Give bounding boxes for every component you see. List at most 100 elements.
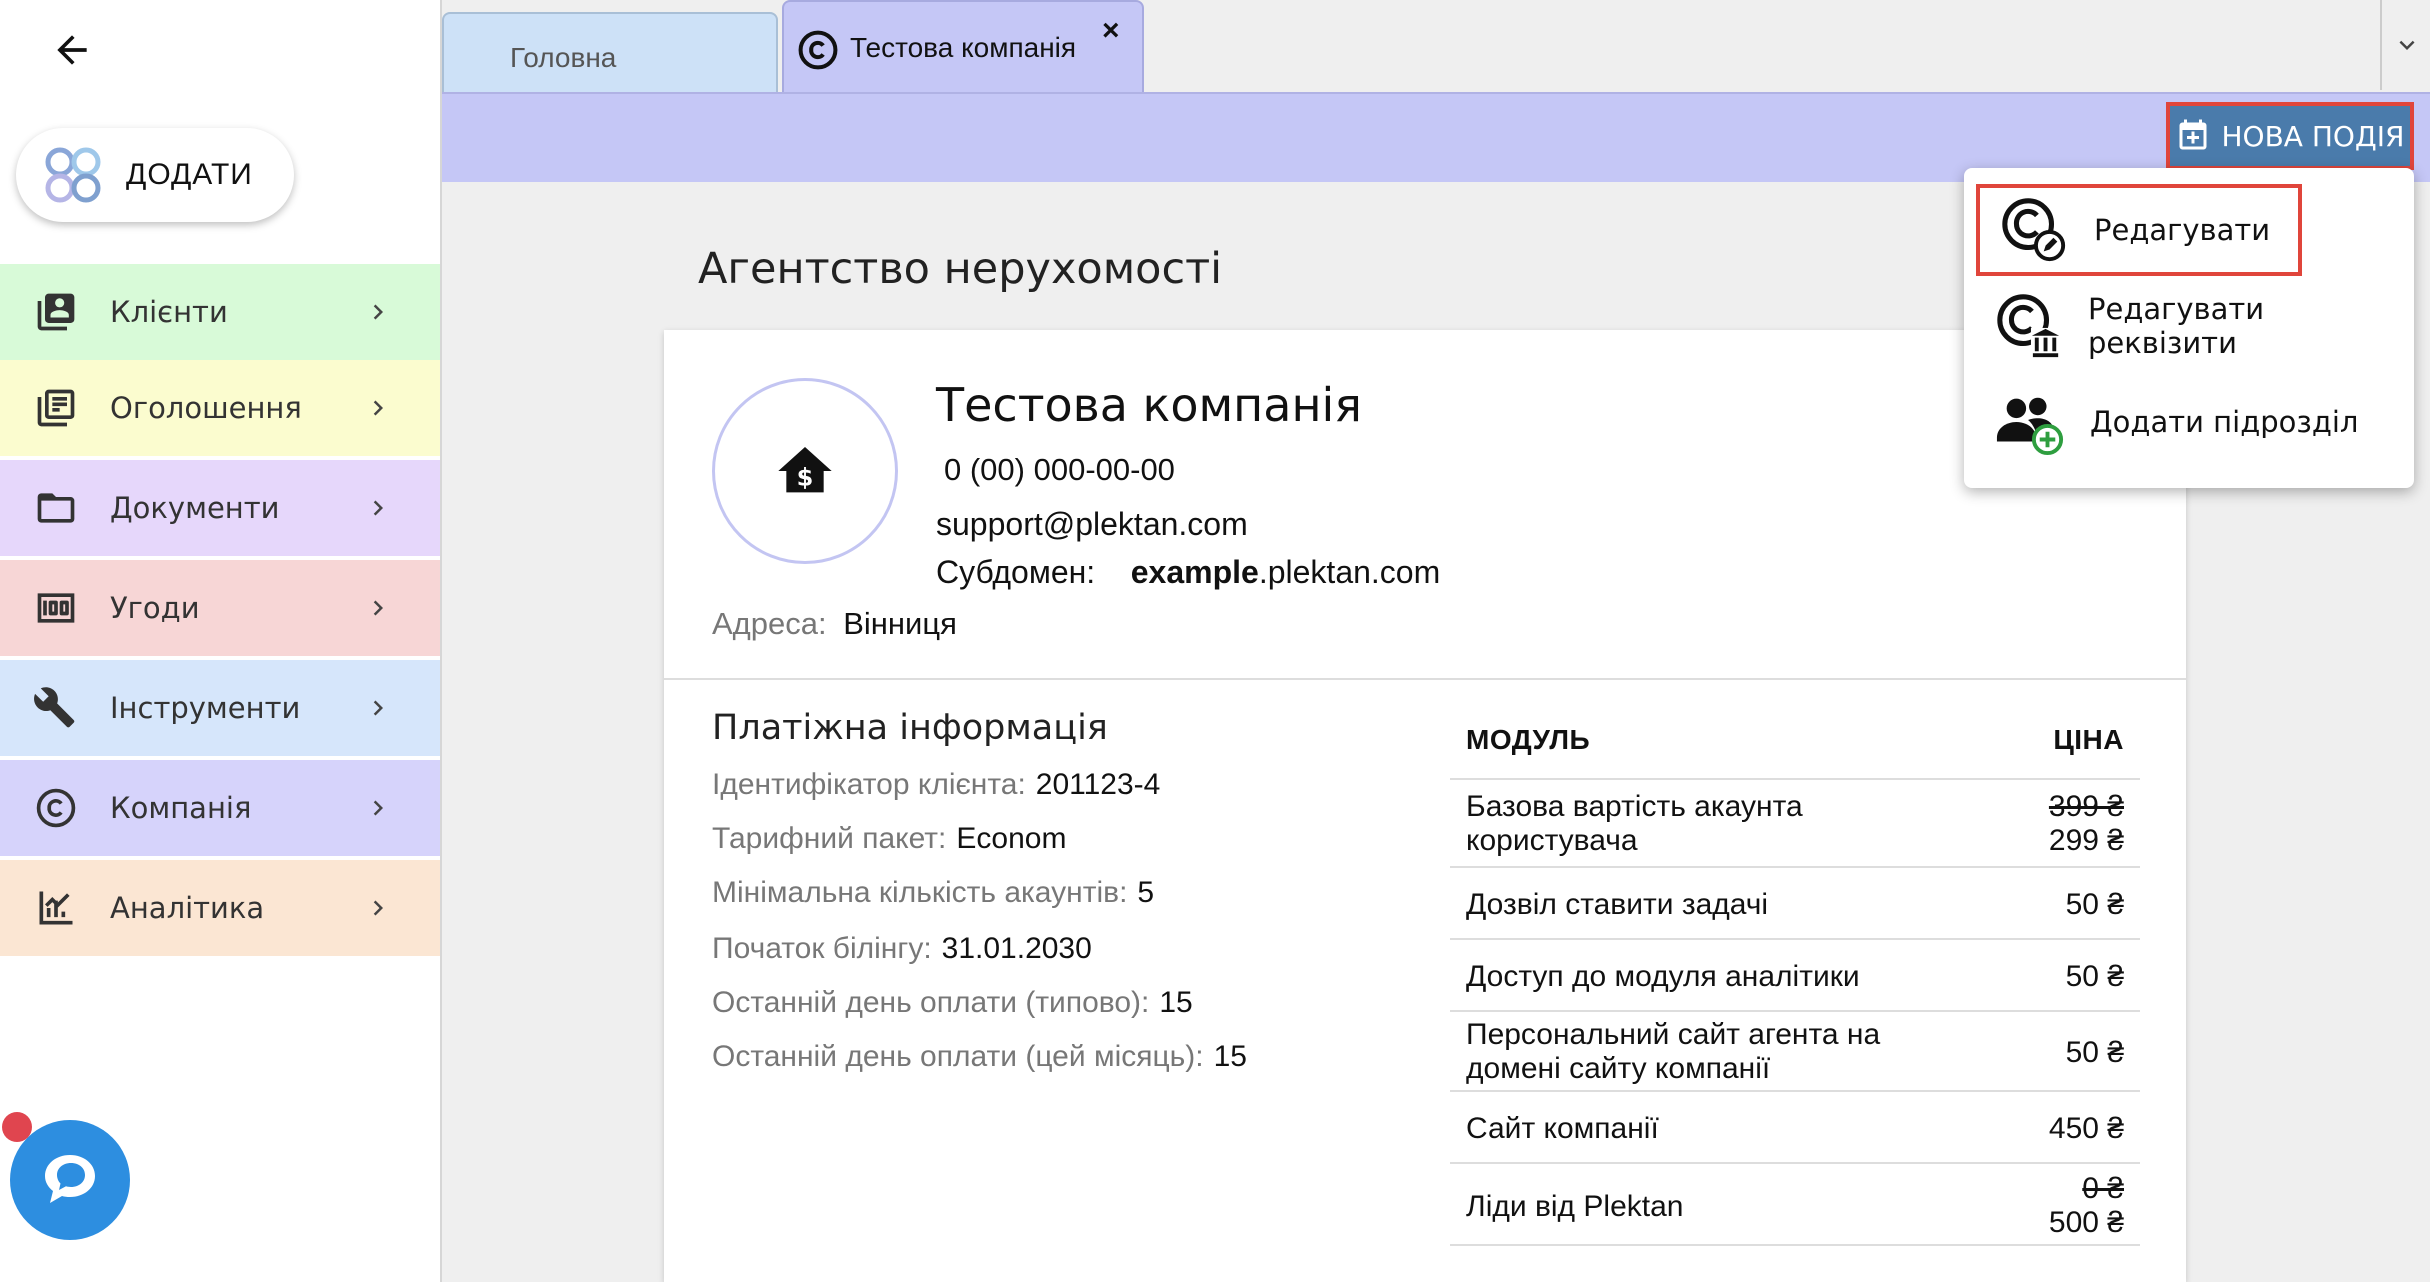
tab-label: Тестова компанія <box>850 32 1077 63</box>
divider <box>664 678 2186 680</box>
chevron-right-icon <box>358 793 398 823</box>
billing-label: Останній день оплати (типово): <box>712 986 1150 1019</box>
billing-row: Останній день оплати (типово): 15 <box>712 986 1193 1020</box>
old-price: 399 ₴ <box>2048 790 2124 823</box>
notification-dot <box>2 1112 32 1142</box>
menu-item-edit-requisites[interactable]: Редагувати реквізити <box>1976 280 2412 372</box>
money-icon <box>32 584 80 632</box>
new-event-button[interactable]: НОВА ПОДІЯ <box>2166 102 2414 170</box>
calendar-add-icon <box>2179 119 2207 150</box>
chat-button[interactable] <box>10 1120 130 1240</box>
price: 299 ₴ <box>2048 824 2124 857</box>
menu-item-edit[interactable]: Редагувати <box>1976 184 2302 276</box>
company-bank-icon <box>1994 290 2064 362</box>
tab-label: Головна <box>510 42 617 73</box>
company-email: support@plektan.com <box>936 506 1248 542</box>
plektan-logo-icon <box>45 147 101 203</box>
sidebar-item-deals[interactable]: Угоди <box>0 560 440 656</box>
module-line: домені сайту компанії <box>1466 1052 1771 1085</box>
company-logo: $ <box>712 378 898 564</box>
billing-value: 15 <box>1159 986 1193 1019</box>
subdomain-label: Субдомен: <box>936 554 1096 590</box>
arrow-left-icon <box>57 35 87 65</box>
tab-home[interactable]: Головна <box>442 12 778 92</box>
address-row: Адреса: Вінниця <box>712 606 957 642</box>
house-dollar-icon: $ <box>778 447 832 493</box>
menu-item-label: Редагувати <box>2094 213 2271 247</box>
menu-item-label: Редагувати реквізити <box>2088 292 2265 360</box>
tab-company[interactable]: Тестова компанія × <box>782 0 1144 94</box>
tools-icon <box>32 684 80 732</box>
subdomain-domain: .plektan.com <box>1258 554 1441 590</box>
menu-item-label: Додати підрозділ <box>2090 405 2359 439</box>
sidebar-item-label: Документи <box>110 491 280 525</box>
module-name: Базова вартість акаунта користувача <box>1466 790 1803 858</box>
sidebar-item-label: Інструменти <box>110 691 301 725</box>
table-row: Сайт компанії 450 ₴ <box>1450 1092 2140 1164</box>
sidebar-item-listings[interactable]: Оголошення <box>0 360 440 456</box>
sidebar-item-label: Угоди <box>110 591 200 625</box>
billing-label: Початок білінгу: <box>712 932 932 965</box>
sidebar-item-label: Компанія <box>110 791 252 825</box>
price: 500 ₴ <box>2048 1206 2124 1239</box>
column-header-price: ЦІНА <box>2053 724 2124 755</box>
sidebar-item-analytics[interactable]: Аналітика <box>0 860 440 956</box>
sidebar-item-documents[interactable]: Документи <box>0 460 440 556</box>
address-label: Адреса: <box>712 606 827 641</box>
billing-row: Ідентифікатор клієнта: 201123-4 <box>712 768 1160 802</box>
add-button[interactable]: ДОДАТИ <box>16 128 294 222</box>
price-cell: 0 ₴ 500 ₴ <box>2049 1172 2124 1240</box>
subdomain-row: Субдомен: example.plektan.com <box>936 554 1440 591</box>
billing-row: Останній день оплати (цей місяць): 15 <box>712 1040 1247 1074</box>
billing-label: Ідентифікатор клієнта: <box>712 768 1026 801</box>
module-name: Доступ до модуля аналітики <box>1466 960 1860 993</box>
company-phone: 0 (00) 000-00-00 <box>944 452 1175 487</box>
billing-label: Тарифний пакет: <box>712 822 947 855</box>
chevron-down-icon <box>2399 40 2415 50</box>
price: 50 ₴ <box>2065 888 2124 921</box>
chevron-right-icon <box>358 893 398 923</box>
table-row: Персональний сайт агента на домені сайту … <box>1450 1012 2140 1092</box>
close-icon[interactable]: × <box>1102 14 1120 48</box>
module-line: користувача <box>1466 824 1638 857</box>
add-button-label: ДОДАТИ <box>126 158 253 191</box>
company-edit-icon <box>1998 194 2070 266</box>
analytics-icon <box>32 884 80 932</box>
listings-icon <box>32 384 80 432</box>
chevron-right-icon <box>358 297 398 327</box>
sidebar-item-tools[interactable]: Інструменти <box>0 660 440 756</box>
sidebar-item-company[interactable]: Компанія <box>0 760 440 856</box>
back-arrow-button[interactable] <box>40 18 104 82</box>
company-name: Тестова компанія <box>936 378 1362 432</box>
billing-label: Мінімальна кількість акаунтів: <box>712 876 1128 909</box>
billing-row: Мінімальна кількість акаунтів: 5 <box>712 876 1154 910</box>
billing-value: 15 <box>1213 1040 1247 1073</box>
billing-value: 201123-4 <box>1035 768 1161 801</box>
module-name: Ліди від Plektan <box>1466 1190 1684 1223</box>
table-row: Дозвіл ставити задачі 50 ₴ <box>1450 868 2140 940</box>
price: 50 ₴ <box>2065 960 2124 993</box>
price-cell: 399 ₴ 299 ₴ <box>2049 790 2124 858</box>
folder-icon <box>32 484 80 532</box>
module-name: Дозвіл ставити задачі <box>1466 888 1769 921</box>
sidebar-item-label: Клієнти <box>110 295 228 329</box>
chevron-right-icon <box>358 593 398 623</box>
chevron-right-icon <box>358 393 398 423</box>
billing-title: Платіжна інформація <box>712 708 1108 748</box>
billing-label: Останній день оплати (цей місяць): <box>712 1040 1204 1073</box>
svg-text:$: $ <box>797 464 814 492</box>
billing-value: 5 <box>1137 876 1155 909</box>
chevron-right-icon <box>358 493 398 523</box>
price: 50 ₴ <box>2065 1036 2124 1069</box>
module-name: Персональний сайт агента на домені сайту … <box>1466 1018 1880 1086</box>
address-value: Вінниця <box>843 606 957 641</box>
sidebar-item-clients[interactable]: Клієнти <box>0 264 440 360</box>
table-row: Базова вартість акаунта користувача 399 ₴… <box>1450 778 2140 868</box>
column-header-module: МОДУЛЬ <box>1466 724 1591 755</box>
tabs-dropdown-button[interactable] <box>2380 0 2430 90</box>
sidebar-item-label: Аналітика <box>110 891 265 925</box>
menu-item-add-department[interactable]: Додати підрозділ <box>1976 376 2412 468</box>
add-group-icon <box>1994 386 2066 458</box>
subdomain-name: example <box>1130 554 1259 590</box>
chevron-right-icon <box>358 693 398 723</box>
